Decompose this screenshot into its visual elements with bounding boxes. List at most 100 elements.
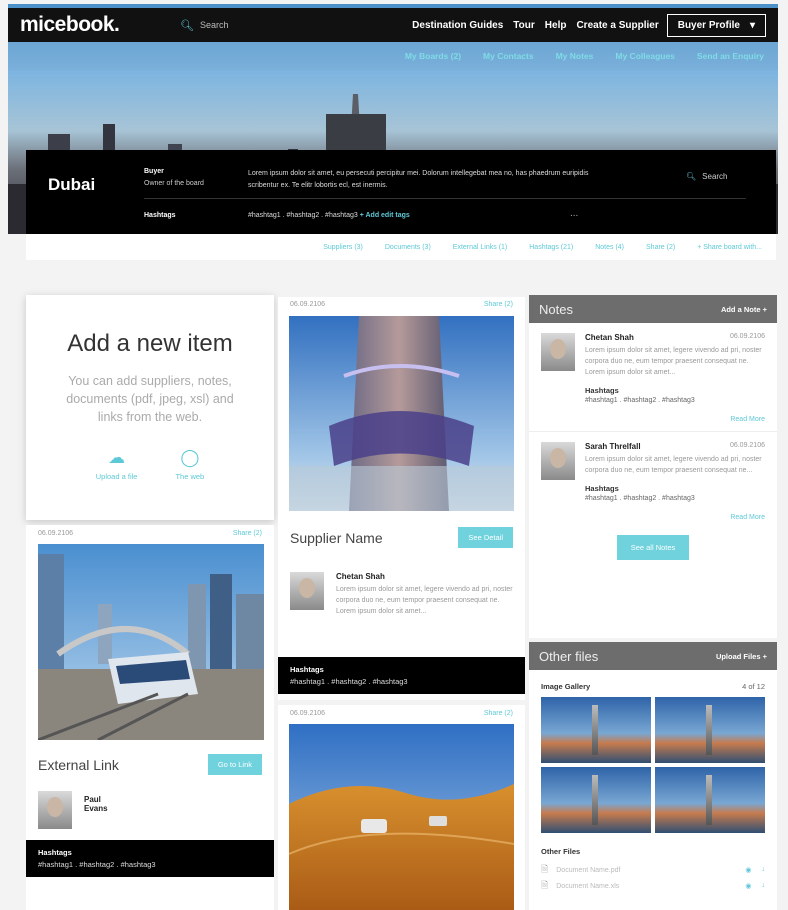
subnav-my-contacts[interactable]: My Contacts	[483, 51, 534, 61]
top-search[interactable]: 🔍︎ Search	[180, 19, 345, 32]
tab-external-links[interactable]: External Links (1)	[453, 244, 507, 251]
nav-tour[interactable]: Tour	[513, 20, 534, 31]
desert-safari-image	[289, 724, 514, 910]
files-header: Other files Upload Files +	[529, 642, 777, 670]
avatar[interactable]	[541, 333, 575, 371]
card-title-row: External Link Go to Link	[26, 754, 274, 775]
hashtag-list[interactable]: #hashtag1 . #hashtag2 . #hashtag3	[290, 677, 513, 686]
buyer-subtitle: Owner of the board	[144, 180, 204, 187]
upload-file-button[interactable]: ☁ Upload a file	[96, 448, 138, 481]
file-actions: ◉ ↓	[745, 882, 765, 890]
view-icon[interactable]: ◉	[745, 882, 751, 890]
board-tabs: Suppliers (3) Documents (3) External Lin…	[26, 234, 776, 260]
subnav-my-boards[interactable]: My Boards (2)	[405, 51, 461, 61]
metro-train-image	[38, 544, 264, 740]
avatar[interactable]	[38, 791, 72, 829]
subnav-my-colleagues[interactable]: My Colleagues	[615, 51, 675, 61]
tab-notes[interactable]: Notes (4)	[595, 244, 624, 251]
add-item-actions: ☁ Upload a file ◯ The web	[26, 448, 274, 481]
share-board-link[interactable]: + Share board with...	[697, 244, 762, 251]
subnav-send-enquiry[interactable]: Send an Enquiry	[697, 51, 764, 61]
file-name[interactable]: Document Name.xls	[556, 883, 619, 890]
document-icon: 🗎︎	[541, 880, 549, 890]
document-icon: 🗎︎	[541, 864, 549, 874]
supplier-name-title: Supplier Name	[290, 529, 383, 546]
supplier-card: 06.09.2106 Share (2) Supplier Name See D…	[278, 297, 525, 700]
board-description: Lorem ipsum dolor sit amet, eu persecuti…	[248, 170, 589, 189]
share-link[interactable]: Share (2)	[484, 710, 513, 717]
share-link[interactable]: Share (2)	[233, 530, 262, 537]
tab-suppliers[interactable]: Suppliers (3)	[323, 244, 363, 251]
note-item: Sarah Threlfall 06.09.2106 Lorem ipsum d…	[529, 432, 777, 502]
download-icon[interactable]: ↓	[762, 866, 766, 874]
file-row: 🗎︎ Document Name.pdf ◉ ↓	[529, 862, 777, 878]
nav-help[interactable]: Help	[545, 20, 567, 31]
note-text: Lorem ipsum dolor sit amet, legere viven…	[585, 347, 762, 376]
read-more-link[interactable]: Read More	[529, 502, 777, 521]
external-link-card: 06.09.2106 Share (2) External Link Go to…	[26, 525, 274, 910]
hashtag-list[interactable]: #hashtag1 . #hashtag2 . #hashtag3	[38, 860, 262, 869]
board-hashtags: #hashtag1 . #hashtag2 . #hashtag3 + Add …	[248, 212, 410, 219]
gallery-image[interactable]	[541, 767, 651, 833]
desert-card: 06.09.2106 Share (2)	[278, 705, 525, 910]
nav-create-supplier[interactable]: Create a Supplier	[576, 20, 658, 31]
read-more-link[interactable]: Read More	[529, 404, 777, 423]
gallery-label: Image Gallery	[541, 682, 591, 691]
note-author[interactable]: Chetan Shah	[585, 333, 634, 342]
other-files-label: Other Files	[541, 847, 581, 856]
contact-person: Chetan Shah Lorem ipsum dolor sit amet, …	[278, 572, 525, 617]
notes-panel: Notes Add a Note + Chetan Shah 06.09.210…	[529, 295, 777, 638]
hashtags-label: Hashtags	[585, 484, 619, 493]
view-icon[interactable]: ◉	[745, 866, 751, 874]
tab-hashtags[interactable]: Hashtags (21)	[529, 244, 573, 251]
add-note-button[interactable]: Add a Note +	[721, 305, 767, 314]
note-author[interactable]: Sarah Threlfall	[585, 442, 641, 451]
card-hashtags: Hashtags #hashtag1 . #hashtag2 . #hashta…	[26, 840, 274, 877]
person-name[interactable]: Paul Evans	[84, 795, 108, 829]
board-search-input[interactable]: Search	[702, 172, 727, 181]
see-all-row: See all Notes	[529, 535, 777, 560]
search-icon: 🔍︎	[686, 172, 697, 181]
share-link[interactable]: Share (2)	[484, 301, 513, 308]
avatar[interactable]	[290, 572, 324, 610]
gallery-image[interactable]	[655, 767, 765, 833]
page: micebook. 🔍︎ Search Destination Guides T…	[0, 0, 788, 910]
card-date: 06.09.2106	[290, 710, 326, 717]
board-hashtag-list[interactable]: #hashtag1 . #hashtag2 . #hashtag3	[248, 212, 358, 219]
download-icon[interactable]: ↓	[762, 882, 766, 890]
card-meta: 06.09.2106 Share (2)	[278, 297, 525, 312]
file-name[interactable]: Document Name.pdf	[556, 867, 620, 874]
files-title: Other files	[539, 648, 599, 664]
more-options[interactable]: ...	[570, 208, 578, 219]
contact-person: Paul Evans	[26, 791, 274, 829]
hashtags-label: Hashtags	[585, 386, 619, 395]
add-edit-tags-link[interactable]: + Add edit tags	[360, 212, 410, 219]
nav-destination-guides[interactable]: Destination Guides	[412, 20, 503, 31]
person-name[interactable]: Chetan Shah	[336, 572, 513, 581]
hashtags-label: Hashtags	[38, 848, 72, 857]
board-search[interactable]: 🔍︎ Search	[686, 172, 728, 181]
avatar[interactable]	[541, 442, 575, 480]
gallery-image[interactable]	[541, 697, 651, 763]
hashtag-list[interactable]: #hashtag1 . #hashtag2 . #hashtag3	[585, 495, 765, 502]
card-meta: 06.09.2106 Share (2)	[278, 705, 525, 722]
note-top: Chetan Shah 06.09.2106	[585, 333, 765, 342]
upload-files-button[interactable]: Upload Files +	[716, 652, 767, 661]
buyer-profile-button[interactable]: Buyer Profile ▾	[666, 13, 766, 37]
hashtag-list[interactable]: #hashtag1 . #hashtag2 . #hashtag3	[585, 397, 765, 404]
go-to-link-button[interactable]: Go to Link	[207, 754, 262, 775]
card-hashtags: Hashtags #hashtag1 . #hashtag2 . #hashta…	[278, 657, 525, 694]
tab-share[interactable]: Share (2)	[646, 244, 675, 251]
see-all-notes-button[interactable]: See all Notes	[616, 535, 690, 560]
top-search-input[interactable]: Search	[200, 20, 229, 30]
sub-navigation: My Boards (2) My Contacts My Notes My Co…	[8, 42, 778, 70]
tab-documents[interactable]: Documents (3)	[385, 244, 431, 251]
buyer-label: Buyer	[144, 168, 164, 175]
see-detail-button[interactable]: See Detail	[458, 527, 513, 548]
gallery-image[interactable]	[655, 697, 765, 763]
the-web-button[interactable]: ◯ The web	[175, 448, 204, 481]
note-top: Sarah Threlfall 06.09.2106	[585, 442, 765, 451]
micebook-logo[interactable]: micebook.	[20, 13, 180, 37]
subnav-my-notes[interactable]: My Notes	[556, 51, 594, 61]
skyscraper-image	[289, 316, 514, 511]
